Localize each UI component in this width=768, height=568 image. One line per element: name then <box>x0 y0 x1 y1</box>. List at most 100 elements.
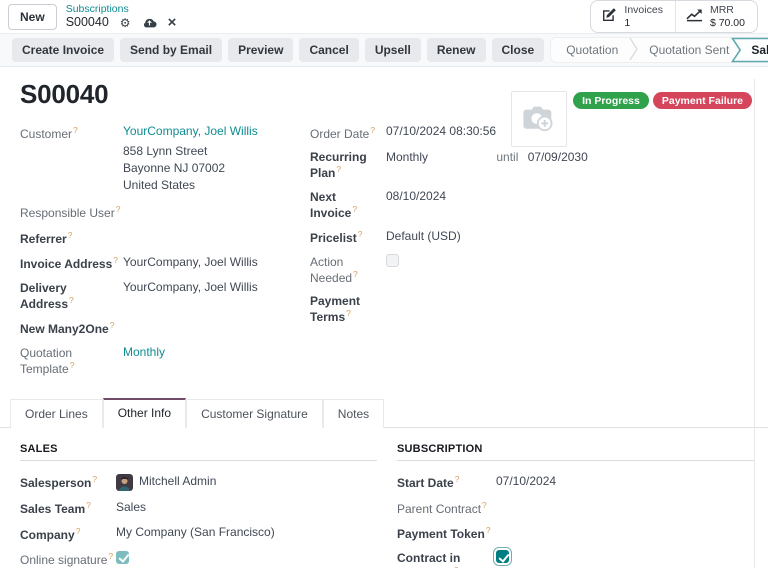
field-online-signature: Online signature? <box>20 551 377 568</box>
contract-in-exception-checkbox[interactable] <box>496 550 509 563</box>
help-marker: ? <box>353 269 358 279</box>
stat-value: $ 70.00 <box>710 17 745 29</box>
field-start-date: Start Date? 07/10/2024 <box>397 474 754 491</box>
help-marker: ? <box>370 125 375 135</box>
quotation-template-link[interactable]: Monthly <box>123 345 165 359</box>
delivery-address-input[interactable]: YourCompany, Joel Willis <box>123 280 308 296</box>
tab-customer-signature[interactable]: Customer Signature <box>186 399 323 428</box>
stat-label: MRR <box>710 4 745 16</box>
other-info-content: SALES Salesperson? Mitchell Admin Sales … <box>0 443 768 568</box>
help-marker: ? <box>92 474 97 484</box>
status-step-sales-order-active[interactable]: Sales Order <box>731 37 768 63</box>
field-next-invoice: Next Invoice? 08/10/2024 <box>310 189 650 220</box>
control-panel: New Subscriptions S00040 ⚙ × Invoices 1 <box>0 0 768 33</box>
field-delivery-address: Delivery Address? YourCompany, Joel Will… <box>20 280 308 311</box>
field-company: Company? My Company (San Francisco) <box>20 525 377 542</box>
stat-label: Invoices <box>624 4 663 16</box>
help-marker: ? <box>455 474 460 484</box>
help-marker: ? <box>70 360 75 370</box>
tab-other-info[interactable]: Other Info <box>103 398 186 428</box>
field-parent-contract: Parent Contract? <box>397 499 754 516</box>
subscription-form-page: New Subscriptions S00040 ⚙ × Invoices 1 <box>0 0 768 568</box>
upsell-button[interactable]: Upsell <box>365 38 421 62</box>
pricelist-input[interactable]: Default (USD) <box>386 229 650 245</box>
start-date-input[interactable]: 07/10/2024 <box>496 474 754 490</box>
close-button[interactable]: Close <box>492 38 545 62</box>
online-signature-checkbox[interactable] <box>116 551 129 564</box>
until-label: until <box>496 150 518 164</box>
status-step-quotation[interactable]: Quotation <box>555 43 629 57</box>
mrr-stat-button[interactable]: MRR $ 70.00 <box>675 1 757 33</box>
field-pricelist: Pricelist? Default (USD) <box>310 229 650 246</box>
customer-address: 858 Lynn Street Bayonne NJ 07002 United … <box>123 143 308 195</box>
help-marker: ? <box>352 204 357 214</box>
help-marker: ? <box>76 526 81 536</box>
status-step-label: Sales Order <box>731 43 768 57</box>
help-marker: ? <box>68 230 73 240</box>
until-date-input[interactable]: 07/09/2030 <box>528 150 588 164</box>
payment-failure-badge: Payment Failure <box>653 92 752 109</box>
top-field-groups: Customer? YourCompany, Joel Willis 858 L… <box>0 124 768 385</box>
help-marker: ? <box>69 295 74 305</box>
tab-notes[interactable]: Notes <box>323 399 384 428</box>
field-responsible-user: Responsible User? <box>20 204 308 221</box>
help-marker: ? <box>336 164 341 174</box>
field-action-needed: Action Needed? <box>310 254 650 285</box>
field-column-right: Order Date? 07/10/2024 08:30:56 Recurrin… <box>310 124 650 385</box>
salesperson-avatar <box>116 474 133 491</box>
breadcrumb-current: S00040 <box>66 15 109 29</box>
customer-link[interactable]: YourCompany, Joel Willis <box>123 124 258 138</box>
send-by-email-button[interactable]: Send by Email <box>120 38 222 62</box>
new-button[interactable]: New <box>8 4 57 30</box>
gear-icon[interactable]: ⚙ <box>120 17 131 29</box>
salesperson-input[interactable]: Mitchell Admin <box>139 474 216 490</box>
create-invoice-button[interactable]: Create Invoice <box>12 38 114 62</box>
help-marker: ? <box>346 308 351 318</box>
subscription-section-title: SUBSCRIPTION <box>397 443 754 461</box>
in-progress-badge: In Progress <box>573 92 649 109</box>
help-marker: ? <box>116 204 121 214</box>
subscription-group: SUBSCRIPTION Start Date? 07/10/2024 Pare… <box>397 443 754 568</box>
cloud-save-icon[interactable] <box>142 17 157 28</box>
media-block: In Progress Payment Failure <box>511 91 752 147</box>
breadcrumb-parent-link[interactable]: Subscriptions <box>66 3 177 15</box>
stat-value: 1 <box>624 17 630 29</box>
action-needed-checkbox[interactable] <box>386 254 399 267</box>
form-sheet: S00040 In Progress Payment Failure <box>0 79 768 568</box>
preview-button[interactable]: Preview <box>228 38 293 62</box>
field-recurring-plan: Recurring Plan? Monthly until 07/09/2030 <box>310 150 650 181</box>
chart-line-icon <box>686 8 703 25</box>
field-quotation-template: Quotation Template? Monthly <box>20 345 308 376</box>
cancel-button[interactable]: Cancel <box>299 38 358 62</box>
recurring-plan-select[interactable]: Monthly <box>386 150 493 166</box>
tab-order-lines[interactable]: Order Lines <box>10 399 103 428</box>
field-sales-team: Sales Team? Sales <box>20 500 377 517</box>
journal-edit-icon <box>601 7 617 26</box>
field-column-left: Customer? YourCompany, Joel Willis 858 L… <box>20 124 308 385</box>
renew-button[interactable]: Renew <box>427 38 486 62</box>
help-marker: ? <box>113 255 118 265</box>
chevron-right-icon <box>629 36 638 65</box>
help-marker: ? <box>108 551 113 561</box>
field-payment-terms: Payment Terms? <box>310 294 650 325</box>
stat-buttons: Invoices 1 MRR $ 70.00 <box>590 0 758 33</box>
next-invoice-input[interactable]: 08/10/2024 <box>386 189 650 205</box>
invoices-stat-button[interactable]: Invoices 1 <box>591 1 675 33</box>
company-input[interactable]: My Company (San Francisco) <box>116 525 377 541</box>
field-invoice-address: Invoice Address? YourCompany, Joel Willi… <box>20 255 308 272</box>
image-upload-placeholder[interactable] <box>511 91 567 147</box>
status-step-quotation-sent[interactable]: Quotation Sent <box>638 43 740 57</box>
status-badges: In Progress Payment Failure <box>573 92 752 109</box>
camera-plus-icon <box>521 103 557 136</box>
field-salesperson: Salesperson? Mitchell Admin <box>20 474 377 491</box>
sales-section-title: SALES <box>20 443 377 461</box>
sales-group: SALES Salesperson? Mitchell Admin Sales … <box>20 443 377 568</box>
notebook-tabs: Order Lines Other Info Customer Signatur… <box>0 398 768 428</box>
sales-team-input[interactable]: Sales <box>116 500 377 516</box>
discard-icon[interactable]: × <box>168 15 177 30</box>
invoice-address-input[interactable]: YourCompany, Joel Willis <box>123 255 308 271</box>
action-toolbar: Create Invoice Send by Email Preview Can… <box>0 33 768 67</box>
field-payment-token: Payment Token? <box>397 525 754 542</box>
help-marker: ? <box>358 229 363 239</box>
field-customer: Customer? YourCompany, Joel Willis 858 L… <box>20 124 308 195</box>
